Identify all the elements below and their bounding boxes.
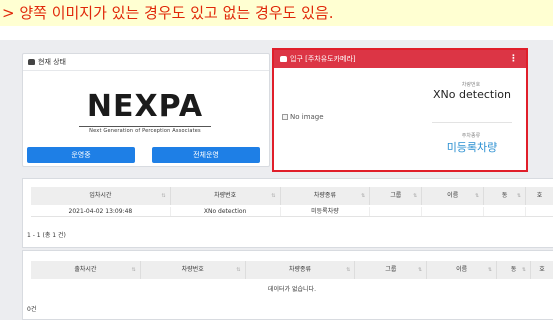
logo-rule [79,126,211,127]
entrance-camera-panel: 입구 [주차유도카메라] ⋮ No image 차량번호 XNo detecti… [272,48,528,172]
plate-label: 차량번호 [461,82,481,88]
col-group[interactable]: 그룹 ⇅ [355,261,428,279]
dashboard: 현재 상태 NEXPA Next Generation of Perceptio… [0,40,553,320]
exit-table-header: 출차시간 ⇅ 차량번호 ⇅ 차량종류 ⇅ 그룹 ⇅ 이름 ⇅ 동 ⇅ 호 [31,261,553,279]
plate-value: XNo detection [433,88,511,101]
sort-icon: ⇅ [474,193,480,199]
col-group[interactable]: 그룹 ⇅ [370,187,423,205]
car-icon [280,56,287,62]
col-exit-time[interactable]: 출차시간 ⇅ [31,261,141,279]
sort-icon: ⇅ [487,267,493,273]
car-icon [28,59,35,65]
divider [432,122,512,123]
col-unit[interactable]: 호 [531,261,553,279]
parking-type-label: 주차종류 [461,133,481,139]
status-panel-title: 현재 상태 [38,57,66,66]
sort-icon: ⇅ [131,267,136,273]
sort-icon: ⇅ [346,267,351,273]
logo-word: NEXPA [86,89,204,124]
empty-message: 데이터가 없습니다. [268,286,316,293]
broken-image-icon [282,114,288,120]
col-unit[interactable]: 호 [526,187,553,205]
col-building[interactable]: 동 ⇅ [497,261,532,279]
table-row[interactable]: 2021-04-02 13:09:48 XNo detection 미등록차량 [31,207,553,217]
camera-image: No image [282,113,324,121]
operating-button[interactable]: 운영중 [27,147,135,163]
col-plate[interactable]: 차량번호 ⇅ [141,261,246,279]
status-panel-header: 현재 상태 [23,54,269,71]
entry-log-panel: 입차시간 ⇅ 차량번호 ⇅ 차량종류 ⇅ 그룹 ⇅ 이름 ⇅ 동 ⇅ 호 2021-04-0… [22,178,553,248]
col-plate[interactable]: 차량번호 ⇅ [171,187,281,205]
status-panel: 현재 상태 NEXPA Next Generation of Perceptio… [22,53,270,167]
sort-icon: ⇅ [361,193,366,199]
entrance-panel-header: 입구 [주차유도카메라] ⋮ [274,50,526,68]
sort-icon: ⇅ [516,193,522,199]
sort-icon: ⇅ [413,193,418,199]
entry-table-header: 입차시간 ⇅ 차량번호 ⇅ 차량종류 ⇅ 그룹 ⇅ 이름 ⇅ 동 ⇅ 호 [31,187,553,205]
exit-log-panel: 출차시간 ⇅ 차량번호 ⇅ 차량종류 ⇅ 그룹 ⇅ 이름 ⇅ 동 ⇅ 호 데이터가 없습니다… [22,250,553,320]
col-vehicle-type[interactable]: 차량종류 ⇅ [281,187,371,205]
sort-icon: ⇅ [521,267,527,273]
sort-icon: ⇅ [418,267,423,273]
kebab-menu-icon[interactable]: ⋮ [509,50,518,68]
entrance-panel-title: 입구 [주차유도카메라] [290,55,356,63]
caption-banner: > 양쪽 이미지가 있는 경우도 있고 없는 경우도 있음. [0,0,553,26]
exit-table-footer: 0건 [27,306,37,313]
entry-table-footer: 1 - 1 (총 1 건) [27,232,66,239]
col-building[interactable]: 동 ⇅ [484,187,527,205]
sort-icon: ⇅ [271,193,276,199]
sort-icon: ⇅ [236,267,241,273]
all-operation-button[interactable]: 전체운영 [152,147,260,163]
col-name[interactable]: 이름 ⇅ [427,261,498,279]
no-image-text: No image [290,113,324,121]
logo-tagline: Next Generation of Perception Associates [89,128,201,134]
parking-type-value: 미등록차량 [446,141,498,154]
sort-icon: ⇅ [161,193,166,199]
col-name[interactable]: 이름 ⇅ [422,187,485,205]
col-vehicle-type[interactable]: 차량종류 ⇅ [246,261,356,279]
col-entry-time[interactable]: 입차시간 ⇅ [31,187,171,205]
nexpa-logo: NEXPA Next Generation of Perception Asso… [79,90,211,140]
